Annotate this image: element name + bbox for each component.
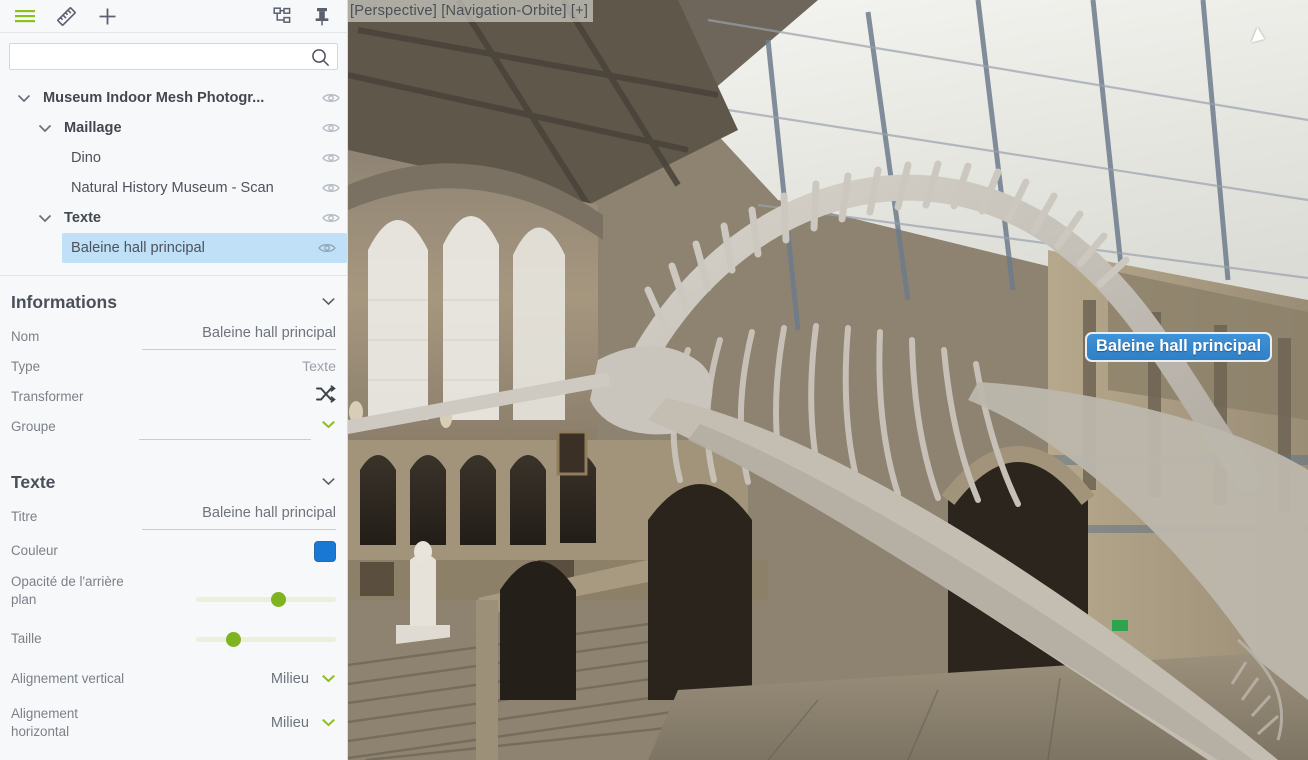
chevron-down-icon[interactable] bbox=[321, 473, 336, 491]
section-title: Texte bbox=[11, 471, 56, 492]
property-row-groupe: Groupe bbox=[11, 412, 336, 442]
eye-icon[interactable] bbox=[321, 212, 341, 224]
property-row-titre: Titre Baleine hall principal bbox=[11, 502, 336, 532]
chevron-down-icon[interactable] bbox=[34, 214, 56, 223]
background-opacity-slider[interactable] bbox=[196, 589, 336, 609]
chevron-down-icon[interactable] bbox=[13, 94, 35, 103]
search-box[interactable] bbox=[9, 43, 338, 70]
properties-panel: Informations Nom Baleine hall principal … bbox=[0, 276, 347, 742]
3d-scene-render bbox=[348, 0, 1308, 760]
property-label: Titre bbox=[11, 508, 38, 524]
tree-item-dino[interactable]: Dino bbox=[0, 143, 347, 173]
property-label: Taille bbox=[11, 631, 42, 647]
color-swatch-button[interactable] bbox=[314, 540, 336, 562]
plus-add-icon[interactable] bbox=[96, 5, 118, 27]
property-label: Nom bbox=[11, 328, 40, 344]
eye-icon[interactable] bbox=[321, 182, 341, 194]
property-row-alignement-horizontal: Alignement horizontal Milieu bbox=[11, 704, 336, 742]
ruler-measure-icon[interactable] bbox=[55, 5, 77, 27]
tree-item-texte[interactable]: Texte bbox=[0, 203, 347, 233]
eye-icon[interactable] bbox=[321, 92, 341, 104]
property-row-type: Type Texte bbox=[11, 352, 336, 382]
scene-tree: Museum Indoor Mesh Photogr... Maillage D… bbox=[0, 79, 347, 263]
nom-input[interactable]: Baleine hall principal bbox=[142, 325, 336, 350]
chevron-down-icon[interactable] bbox=[321, 416, 336, 434]
type-value: Texte bbox=[302, 359, 336, 375]
horizontal-align-dropdown[interactable]: Milieu bbox=[271, 714, 336, 732]
property-row-opacite: Opacité de l'arrière plan bbox=[11, 572, 336, 610]
property-label: Transformer bbox=[11, 388, 84, 404]
tree-item-maillage[interactable]: Maillage bbox=[0, 113, 347, 143]
dropdown-value: Milieu bbox=[270, 671, 309, 688]
property-label: Couleur bbox=[11, 542, 58, 558]
tree-item-label: Dino bbox=[71, 150, 102, 166]
chevron-down-icon[interactable] bbox=[34, 124, 56, 133]
tree-item-label: Maillage bbox=[64, 120, 122, 136]
property-row-transformer: Transformer bbox=[11, 382, 336, 412]
groupe-input[interactable] bbox=[139, 415, 311, 440]
tree-item-label: Natural History Museum - Scan bbox=[71, 180, 274, 196]
property-label: Alignement vertical bbox=[11, 671, 125, 687]
chevron-down-icon[interactable] bbox=[321, 714, 336, 732]
sidebar-toolbar bbox=[0, 0, 347, 33]
tree-item-label: Texte bbox=[64, 210, 102, 226]
search-input[interactable] bbox=[10, 44, 337, 69]
slider-track bbox=[196, 637, 336, 643]
property-label: Alignement horizontal bbox=[11, 706, 78, 740]
property-label: Groupe bbox=[11, 418, 56, 434]
eye-icon[interactable] bbox=[317, 242, 337, 254]
tree-item-museum-indoor-mesh[interactable]: Museum Indoor Mesh Photogr... bbox=[0, 83, 347, 113]
viewport-mode-overlay: [Perspective] [Navigation-Orbite] [+] bbox=[348, 0, 594, 22]
property-row-couleur: Couleur bbox=[11, 536, 336, 566]
property-label: Type bbox=[11, 358, 41, 374]
tree-hierarchy-icon[interactable] bbox=[271, 5, 293, 27]
search-icon[interactable] bbox=[311, 48, 330, 72]
tree-item-label: Museum Indoor Mesh Photogr... bbox=[43, 90, 265, 106]
chevron-down-icon[interactable] bbox=[321, 670, 336, 688]
hamburger-menu-icon[interactable] bbox=[14, 5, 36, 27]
size-slider[interactable] bbox=[196, 629, 336, 649]
property-label: Opacité de l'arrière plan bbox=[11, 574, 124, 608]
tree-item-natural-history-museum-scan[interactable]: Natural History Museum - Scan bbox=[0, 173, 347, 203]
eye-icon[interactable] bbox=[321, 152, 341, 164]
property-row-alignement-vertical: Alignement vertical Milieu bbox=[11, 664, 336, 694]
tree-item-baleine-hall-principal[interactable]: Baleine hall principal bbox=[62, 233, 347, 263]
left-panel: Museum Indoor Mesh Photogr... Maillage D… bbox=[0, 0, 348, 760]
search-container bbox=[0, 33, 347, 79]
property-row-nom: Nom Baleine hall principal bbox=[11, 322, 336, 352]
3d-viewport[interactable]: [Perspective] [Navigation-Orbite] [+] Ba… bbox=[348, 0, 1308, 760]
eye-icon[interactable] bbox=[321, 122, 341, 134]
shuffle-transform-icon[interactable] bbox=[315, 385, 336, 409]
tree-item-label: Baleine hall principal bbox=[71, 240, 205, 256]
slider-knob[interactable] bbox=[271, 592, 286, 608]
vertical-align-dropdown[interactable]: Milieu bbox=[271, 670, 336, 688]
titre-input[interactable]: Baleine hall principal bbox=[142, 505, 336, 530]
dropdown-value: Milieu bbox=[270, 715, 309, 732]
pushpin-icon[interactable] bbox=[311, 5, 333, 27]
slider-track bbox=[196, 597, 336, 603]
informations-section-header[interactable]: Informations bbox=[11, 282, 336, 322]
scene-text-label[interactable]: Baleine hall principal bbox=[1085, 332, 1273, 362]
chevron-down-icon[interactable] bbox=[321, 293, 336, 311]
property-row-taille: Taille bbox=[11, 624, 336, 654]
section-title: Informations bbox=[11, 291, 117, 312]
slider-knob[interactable] bbox=[226, 632, 241, 648]
texte-section-header[interactable]: Texte bbox=[11, 462, 336, 502]
